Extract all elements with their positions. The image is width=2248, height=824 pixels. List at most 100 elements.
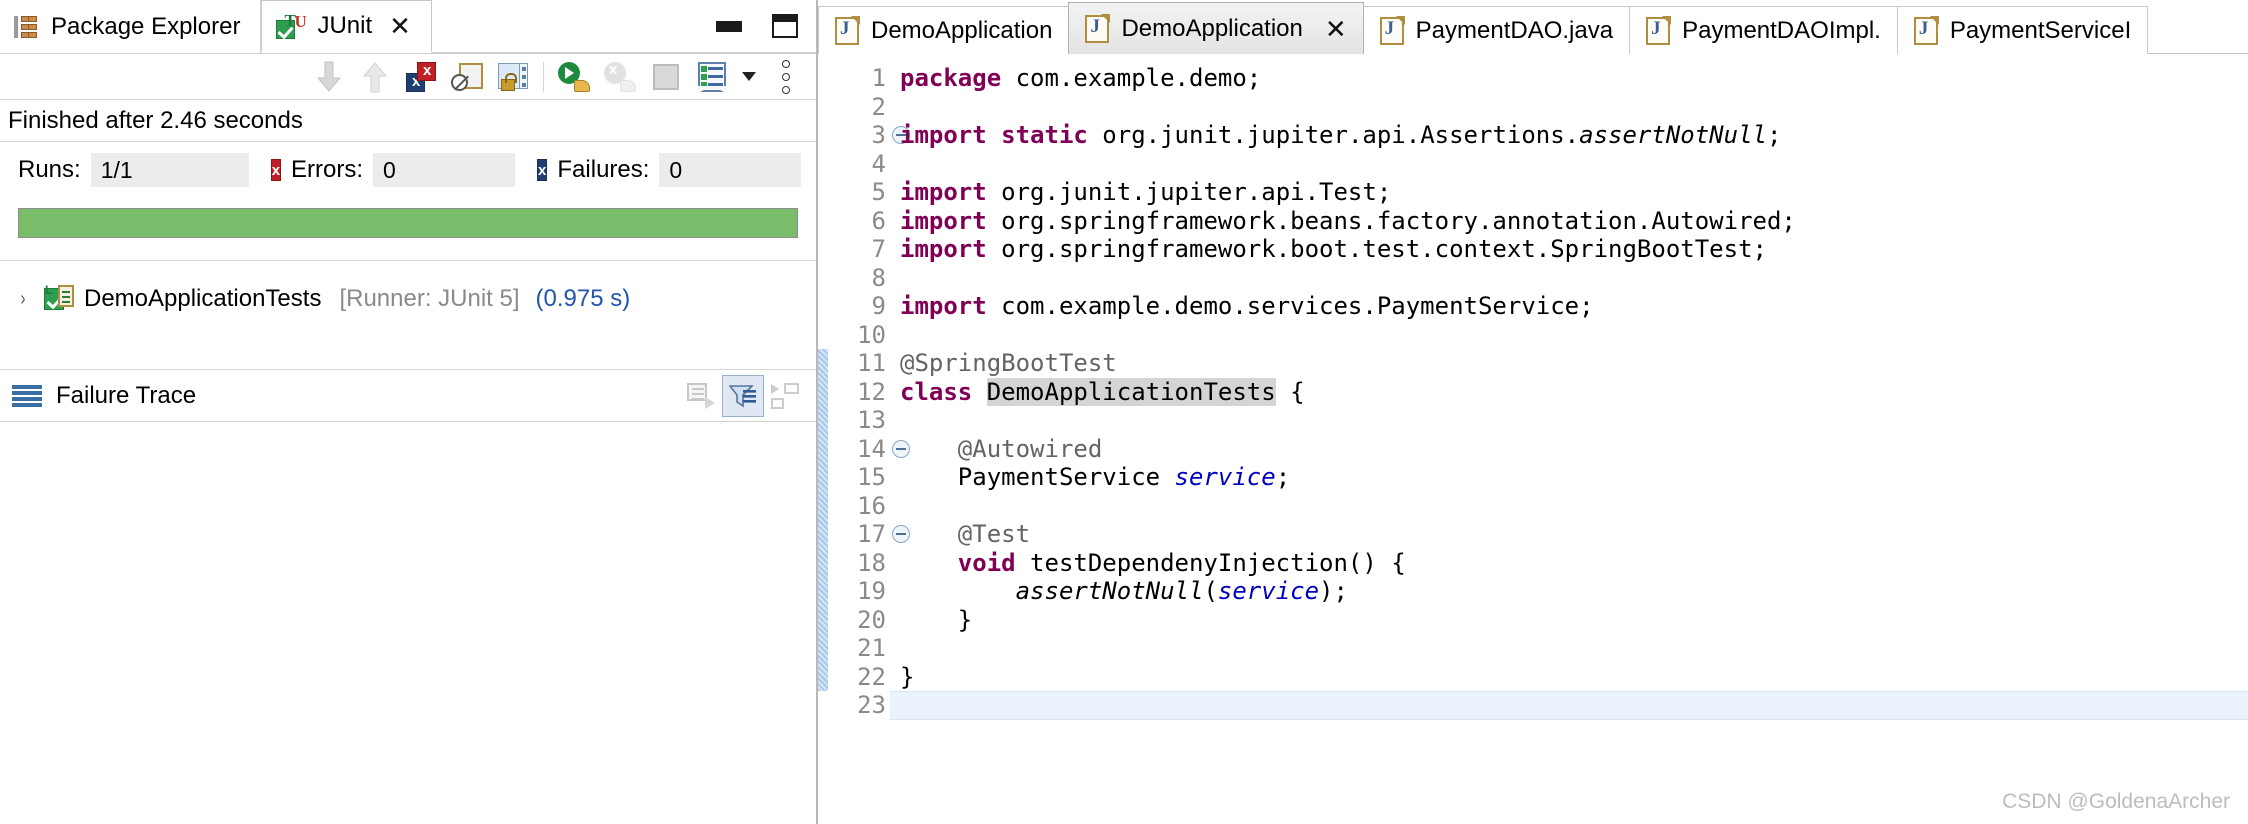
failure-trace-title: Failure Trace (56, 381, 197, 409)
code-token: org.junit.jupiter.api.Assertions. (1087, 121, 1580, 149)
junit-view-toolbar (0, 54, 816, 100)
chevron-down-icon (742, 72, 756, 81)
line-number: 9 (871, 292, 886, 320)
test-progress-bar (18, 208, 798, 238)
maximize-layout-icon (771, 382, 799, 409)
editor-tab-label: PaymentDAOImpl. (1682, 16, 1881, 44)
stop-button[interactable] (644, 56, 688, 98)
rerun-test-button[interactable] (552, 56, 596, 98)
test-run-history-dropdown[interactable] (736, 56, 762, 98)
filter-stack-trace-icon (729, 384, 756, 407)
junit-view-panel: Package Explorer T U JUnit ✕ x x x Finis… (0, 0, 818, 824)
code-token: { (1275, 377, 1305, 406)
line-number: 5 (871, 178, 886, 206)
tree-item-test-class[interactable]: › L DemoApplicationTests [Runner: JUnit … (0, 281, 816, 317)
test-run-history-button[interactable] (690, 56, 734, 98)
rerun-test-icon (558, 61, 590, 92)
editor-tab-1[interactable]: J DemoApplication ✕ (1068, 2, 1364, 54)
editor-tab-label: DemoApplication (1121, 14, 1303, 42)
failure-trace-header: Failure Trace (0, 370, 816, 422)
code-line: } (900, 663, 2248, 692)
code-token: ( (1203, 577, 1218, 605)
filter-stack-trace-button[interactable] (722, 374, 764, 417)
line-number: 20 (857, 605, 886, 634)
code-token: DemoApplicationTests (986, 377, 1276, 406)
code-line: @Autowired (900, 435, 2248, 464)
code-line: import org.springframework.beans.factory… (900, 207, 2248, 236)
junit-status-line: Finished after 2.46 seconds (0, 100, 816, 142)
chevron-right-icon[interactable]: › (15, 288, 32, 311)
code-token: @Test (900, 520, 1031, 548)
failures-badge-icon: x (537, 159, 548, 181)
package-explorer-icon (14, 14, 40, 40)
junit-counters: Runs: 1/1 x Errors: 0 x Failures: 0 (0, 142, 816, 198)
stop-on-failure-button[interactable] (445, 56, 489, 98)
editor-tab-label: PaymentDAO.java (1415, 16, 1614, 44)
source-code-area[interactable]: package com.example.demo; import static … (890, 54, 2248, 824)
editor-tab-label: PaymentServiceI (1949, 16, 2132, 44)
view-menu-button[interactable] (764, 56, 808, 98)
editor-body[interactable]: 1 2 3 4 5 6 7 8 9 10 11 12 13 14 15 16 17 18 19 20 21 22 23 pa… (818, 54, 2248, 824)
status-text: Finished after 2.46 seconds (8, 106, 303, 134)
close-icon[interactable]: ✕ (389, 13, 411, 39)
line-number: 23 (857, 691, 886, 719)
failure-trace-icon (12, 384, 42, 407)
view-tab-junit[interactable]: T U JUnit ✕ (261, 0, 432, 53)
code-token: com.example.demo.services.PaymentService… (986, 292, 1594, 320)
next-failure-button[interactable] (307, 56, 351, 98)
code-token: package (900, 64, 1002, 92)
toolbar-divider (543, 61, 544, 92)
errors-label: Errors: (291, 156, 364, 183)
compare-result-button[interactable] (680, 375, 722, 417)
rerun-failed-tests-button[interactable] (598, 56, 642, 98)
test-class-passed-icon: L (44, 283, 74, 313)
line-number: 21 (857, 634, 886, 662)
editor-tab-3[interactable]: J PaymentDAOImpl. (1629, 6, 1898, 54)
failure-trace-content[interactable] (0, 422, 816, 824)
line-number: 1 (871, 64, 886, 92)
maximize-icon[interactable] (772, 14, 798, 38)
code-token: ); (1319, 577, 1348, 605)
line-number: 8 (871, 263, 886, 292)
errors-counter: Errors: 0 (291, 153, 516, 187)
code-line: import com.example.demo.services.Payment… (900, 292, 2248, 321)
view-tab-label: JUnit (317, 12, 373, 39)
line-number: 3 (828, 121, 910, 150)
failures-value: 0 (659, 153, 802, 187)
editor-tab-0[interactable]: J DemoApplication (818, 6, 1070, 54)
code-token: testDependenyInjection() { (1015, 548, 1406, 577)
line-number-ruler: 1 2 3 4 5 6 7 8 9 10 11 12 13 14 15 16 17 18 19 20 21 22 23 (828, 54, 910, 824)
code-line: class DemoApplicationTests { (900, 377, 2248, 407)
maximize-layout-button[interactable] (764, 375, 806, 417)
line-number: 4 (871, 149, 886, 178)
line-number: 22 (857, 662, 886, 691)
line-number: 2 (871, 92, 886, 121)
editor-tab-4[interactable]: J PaymentServiceI (1896, 6, 2149, 54)
code-line: import org.junit.jupiter.api.Test; (900, 178, 2248, 207)
arrow-down-icon (316, 61, 342, 92)
show-failures-only-icon (406, 61, 436, 92)
code-line: import org.springframework.boot.test.con… (900, 235, 2248, 264)
editor-tab-2[interactable]: J PaymentDAO.java (1362, 6, 1631, 54)
code-token: @Autowired (900, 434, 1103, 463)
previous-failure-button[interactable] (353, 56, 397, 98)
change-ruler (818, 54, 828, 824)
minimize-icon[interactable] (716, 20, 742, 32)
editor-tab-label: DemoApplication (871, 16, 1053, 44)
view-tab-package-explorer[interactable]: Package Explorer (0, 0, 262, 53)
test-run-history-icon (698, 61, 726, 93)
show-failures-only-button[interactable] (399, 56, 443, 98)
close-icon[interactable]: ✕ (1325, 16, 1347, 42)
failures-label: Failures: (557, 156, 650, 183)
java-file-icon: J (835, 15, 860, 45)
scroll-lock-button[interactable] (491, 56, 535, 98)
eclipse-ide-window: Package Explorer T U JUnit ✕ x x x Finis… (0, 0, 2248, 824)
errors-badge-icon: x (270, 159, 282, 181)
